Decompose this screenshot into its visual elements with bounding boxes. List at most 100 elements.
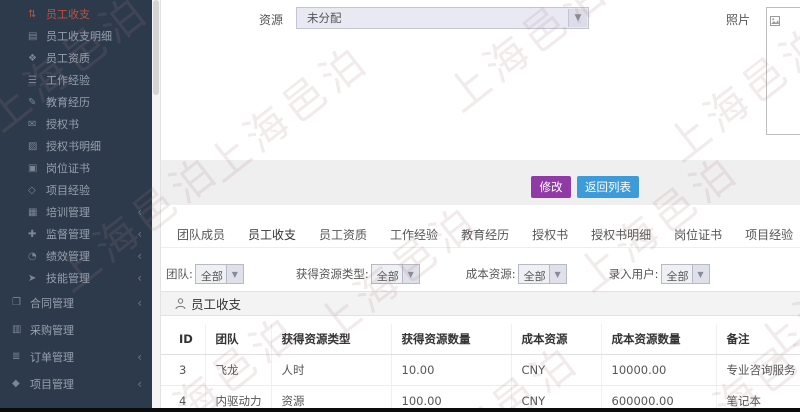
sidebar-item[interactable]: ▤ 员工收支明细 [0, 25, 152, 47]
income-expense-table: ID 团队 获得资源类型 获得资源数量 成本资源 成本资源数量 备注 3 飞龙 人时 10.00 C… [161, 324, 800, 412]
image-placeholder-icon [770, 11, 780, 30]
sidebar-item[interactable]: ☰ 工作经验 [0, 69, 152, 91]
action-band: 修改 返回列表 [161, 160, 800, 205]
sidebar-item-label: 员工资质 [46, 52, 90, 65]
sidebar-item[interactable]: ❖ 员工资质 [0, 47, 152, 69]
chevron-down-icon: ▼ [401, 265, 419, 283]
tab[interactable]: 工作经验 [388, 219, 440, 247]
tab[interactable]: 团队成员 [175, 219, 227, 247]
table-cell: 人时 [270, 354, 391, 386]
authorization-icon: ✉ [28, 118, 37, 130]
back-to-list-button[interactable]: 返回列表 [577, 176, 639, 198]
sidebar-item[interactable]: ◇ 项目经验 [0, 179, 152, 201]
filter-label: 团队: [166, 267, 193, 281]
sidebar-item[interactable]: ≣ 订单管理 ‹ [0, 343, 152, 370]
table-cell: 专业咨询服务 [715, 354, 800, 386]
sidebar-item[interactable]: ▥ 采购管理 [0, 316, 152, 343]
filter-select-value: 全部 [376, 270, 399, 283]
sidebar-item[interactable]: ▣ 岗位证书 [0, 157, 152, 179]
project-icon: ◆ [12, 378, 20, 389]
list-detail-icon: ▤ [28, 30, 38, 42]
sidebar-item[interactable]: ▨ 授权书明细 [0, 135, 152, 157]
sidebar-item-label: 绩效管理 [46, 250, 90, 263]
table-row[interactable]: 3 飞龙 人时 10.00 CNY 10000.00 专业咨询服务 [161, 354, 800, 386]
table-column-header: 获得资源数量 [390, 324, 511, 355]
sidebar-item[interactable]: ✉ 授权书 [0, 113, 152, 135]
contract-icon: ❐ [12, 297, 21, 308]
tab[interactable]: 授权书明细 [589, 219, 653, 247]
chevron-left-icon: ‹ [137, 249, 142, 263]
table-column-header: 成本资源数量 [600, 324, 716, 355]
order-icon: ≣ [12, 351, 21, 362]
photo-upload-box[interactable] [766, 7, 800, 135]
table-cell: 10.00 [390, 354, 511, 386]
tab[interactable]: 员工资质 [317, 219, 369, 247]
filter-bar: 团队: 全部 ▼ 获得资源类型: 全部 ▼ 成本资源: 全部 ▼ 录入用户: 全部 ▼ [161, 260, 800, 288]
bottom-bar [0, 408, 800, 412]
tab[interactable]: 员工收支 [246, 219, 298, 247]
sidebar-item-label: 工作经验 [46, 74, 90, 87]
photo-field-label: 照片 [726, 13, 751, 27]
sidebar-item-label: 订单管理 [30, 350, 74, 364]
filter-select[interactable]: 全部 ▼ [660, 264, 710, 284]
certificate-icon: ▣ [28, 162, 38, 174]
sidebar-item[interactable]: ✚ 监督管理 ‹ [0, 223, 152, 245]
table-cell: 飞龙 [204, 354, 271, 386]
chevron-left-icon: ‹ [137, 227, 142, 241]
resource-dropdown[interactable]: 未分配 ▼ [296, 7, 589, 29]
tab[interactable]: 项目经验 [743, 219, 795, 247]
filter-label: 录入用户: [608, 267, 659, 281]
supervision-icon: ✚ [28, 228, 37, 240]
section-header: 员工收支 [161, 291, 800, 316]
sidebar-item-label: 项目经验 [46, 184, 90, 197]
sidebar-scrollbar[interactable] [152, 0, 160, 412]
modify-button[interactable]: 修改 [531, 176, 571, 198]
person-icon [175, 297, 186, 310]
procurement-icon: ▥ [12, 324, 22, 335]
table-column-header: ID [161, 324, 205, 355]
sidebar-item-label: 培训管理 [46, 206, 90, 219]
sidebar-item-label: 岗位证书 [46, 162, 90, 175]
sidebar-item[interactable]: ❐ 合同管理 ‹ [0, 289, 152, 316]
table-cell: 3 [161, 354, 205, 386]
sidebar-item-label: 合同管理 [30, 296, 74, 310]
main-content: 资源 未分配 ▼ 照片 修改 返回列表 团队成员 员工收支 员工资质 工作经验 教育经历… [160, 0, 800, 412]
tab[interactable]: 岗位证书 [672, 219, 724, 247]
filter-select-value: 全部 [666, 270, 689, 283]
filter-select[interactable]: 全部 ▼ [370, 264, 420, 284]
performance-icon: ◔ [28, 250, 37, 262]
filter-group: 获得资源类型: 全部 ▼ [296, 264, 420, 284]
chevron-down-icon: ▼ [568, 9, 587, 27]
sidebar-item[interactable]: ▦ 培训管理 ‹ [0, 201, 152, 223]
tab[interactable]: 教育经历 [459, 219, 511, 247]
chevron-down-icon: ▼ [548, 265, 566, 283]
filter-group: 成本资源: 全部 ▼ [466, 264, 567, 284]
sidebar-item[interactable]: ⇅ 员工收支 [0, 3, 152, 25]
sidebar-scrollbar-thumb[interactable] [153, 0, 159, 95]
table-column-header: 备注 [715, 324, 800, 355]
briefcase-icon: ☰ [28, 74, 37, 86]
filter-select[interactable]: 全部 ▼ [517, 264, 567, 284]
sidebar-item[interactable]: ◔ 绩效管理 ‹ [0, 245, 152, 267]
tab[interactable]: 授权书 [530, 219, 570, 247]
table-header-row: ID 团队 获得资源类型 获得资源数量 成本资源 成本资源数量 备注 [161, 324, 800, 355]
sidebar-item-label: 项目管理 [30, 377, 74, 391]
table-column-header: 成本资源 [510, 324, 601, 355]
filter-select[interactable]: 全部 ▼ [194, 264, 244, 284]
sidebar-item[interactable]: ➤ 技能管理 ‹ [0, 267, 152, 289]
sidebar-item-label: 员工收支明细 [46, 30, 112, 43]
sidebar-item-label: 授权书明细 [46, 140, 101, 153]
table-column-header: 获得资源类型 [270, 324, 391, 355]
filter-label: 获得资源类型: [295, 267, 369, 281]
resource-field-label: 资源 [259, 13, 284, 27]
detail-tabs: 团队成员员工收支员工资质工作经验教育经历授权书授权书明细岗位证书项目经验培训人员… [161, 219, 800, 248]
sidebar-item-label: 员工收支 [46, 8, 90, 21]
filter-select-value: 全部 [523, 270, 546, 283]
sidebar-item[interactable]: ◆ 项目管理 ‹ [0, 370, 152, 397]
resource-dropdown-value: 未分配 [307, 11, 342, 25]
project-experience-icon: ◇ [28, 184, 36, 196]
sidebar-item[interactable]: ✎ 教育经历 [0, 91, 152, 113]
filter-label: 成本资源: [465, 267, 516, 281]
qualification-icon: ❖ [28, 52, 37, 64]
sidebar-item-label: 监督管理 [46, 228, 90, 241]
